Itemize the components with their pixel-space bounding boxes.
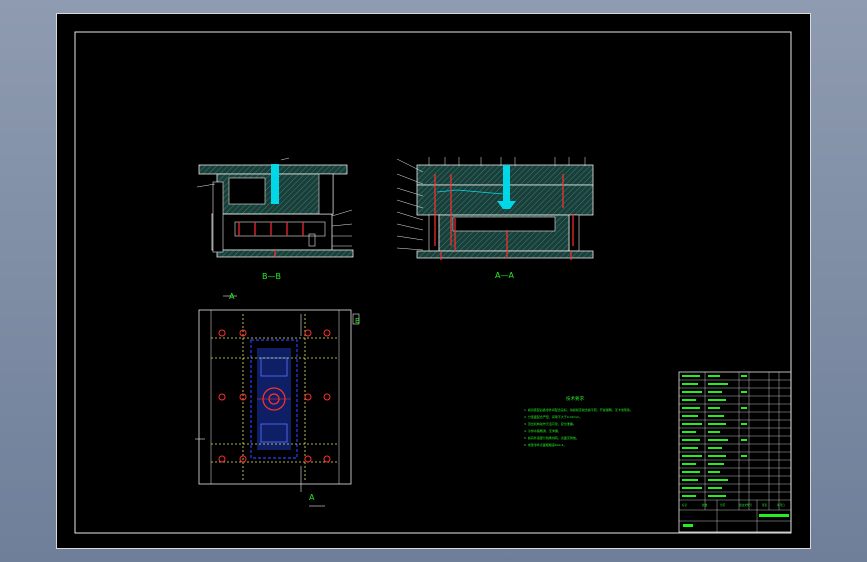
section-view-aa [396, 157, 594, 260]
title-block-label-2: 处数 [702, 503, 708, 507]
sprue-bushing-aa [503, 165, 510, 201]
tech-req-line-2: 2. 分型面配合严密，间隙不大于0.02mm。 [524, 414, 582, 419]
cad-drawing-canvas: B—B A—A A A B 技术要求 1. 模具装配后各零件间配合良好，动模和定… [74, 31, 792, 534]
tech-req-line-5: 5. 模具外露部分锐角倒钝，表面无锈蚀。 [524, 435, 579, 440]
title-block-label-4: 更改文件号 [739, 503, 752, 507]
tech-req-line-6: 6. 成型零件表面粗糙度Ra0.4。 [524, 442, 566, 447]
title-block-label-6: 年月日 [777, 503, 785, 507]
tech-req-line-3: 3. 顶出机构动作灵活可靠，复位准确。 [524, 421, 576, 426]
technical-requirements: 技术要求 1. 模具装配后各零件间配合良好，动模和定模合模平稳，开模顺畅，无卡滞… [524, 395, 633, 447]
tech-req-line-1: 1. 模具装配后各零件间配合良好，动模和定模合模平稳，开模顺畅，无卡滞现象。 [524, 407, 633, 412]
title-block-label-5: 签名 [762, 503, 768, 507]
view-marker-a-top: A [229, 292, 235, 301]
plan-view [195, 295, 360, 507]
view-marker-a-bottom: A [309, 493, 315, 502]
title-block-label-1: 标记 [682, 503, 688, 507]
title-block-label-3: 分区 [720, 503, 726, 507]
section-view-bb [196, 157, 354, 258]
sprue-bushing-bb [271, 164, 279, 204]
inner-border-frame [74, 31, 792, 534]
tech-req-title: 技术要求 [566, 395, 584, 402]
section-aa-label: A—A [495, 271, 514, 280]
section-bb-label: B—B [262, 272, 281, 281]
view-marker-b: B [355, 317, 360, 325]
tech-req-line-4: 4. 冷却水路畅通，无渗漏。 [524, 428, 561, 433]
title-block: 标记 处数 分区 更改文件号 签名 年月日 [678, 371, 792, 533]
drawing-sheet: B—B A—A A A B 技术要求 1. 模具装配后各零件间配合良好，动模和定… [56, 13, 811, 549]
